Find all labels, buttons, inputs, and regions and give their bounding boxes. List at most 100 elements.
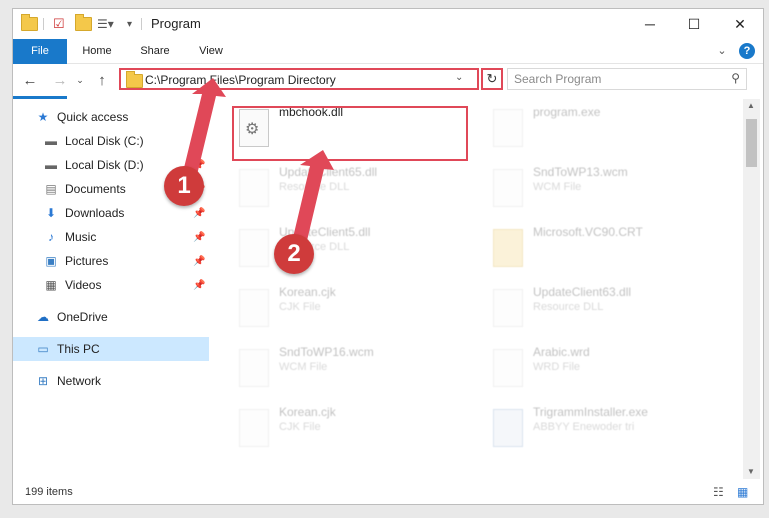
folder-icon[interactable] — [21, 14, 38, 33]
sidebar-item-label: Quick access — [57, 110, 129, 124]
sidebar-item-music[interactable]: ♪ Music 📌 — [13, 225, 237, 249]
disk-icon: ▬ — [45, 158, 57, 172]
file-item[interactable]: UpdateClient65.dll Resource DLL — [231, 163, 471, 223]
new-folder-icon[interactable] — [75, 14, 92, 33]
file-name: Korean.cjk — [279, 285, 336, 299]
status-bar: 199 items ☷ ▦ — [13, 482, 763, 504]
file-name: UpdateClient65.dll — [279, 165, 378, 179]
file-type: Resource DLL — [279, 181, 350, 193]
music-icon: ♪ — [48, 230, 54, 244]
window-title: Program — [151, 16, 201, 31]
sidebar-item-pictures[interactable]: ▣ Pictures 📌 — [13, 249, 237, 273]
sidebar-item-network[interactable]: ⊞ Network — [13, 369, 229, 393]
properties-icon[interactable]: ☑ — [53, 15, 65, 33]
sidebar-item-label: Network — [57, 374, 102, 388]
help-icon[interactable]: ? — [739, 43, 755, 59]
pin-icon: 📌 — [193, 135, 206, 147]
scrollbar-thumb[interactable] — [746, 119, 757, 167]
refresh-button[interactable]: ↻ — [481, 68, 503, 90]
search-input[interactable]: Search Program ⚲ — [507, 68, 747, 90]
file-name: Microsoft.VC90.CRT — [533, 225, 643, 239]
recent-locations-icon[interactable]: ⌄ — [69, 68, 91, 92]
search-icon: ⚲ — [731, 71, 740, 85]
explorer-window: ☑ ☰▾ ▾ Program ─ ☐ ✕ File Home Share Vie… — [12, 8, 764, 505]
file-name: SndToWP13.wcm — [533, 165, 628, 179]
documents-icon: ▤ — [45, 182, 57, 196]
minimize-button[interactable]: ─ — [627, 9, 673, 39]
file-item[interactable]: SndToWP16.wcm WCM File — [231, 343, 471, 403]
file-item[interactable]: UpdateClient5.dll Resource DLL — [231, 223, 471, 283]
pin-icon: 📌 — [193, 207, 206, 219]
file-item[interactable]: SndToWP13.wcm WCM File — [485, 163, 725, 223]
tab-view[interactable]: View — [189, 39, 233, 63]
file-type: WCM File — [279, 361, 328, 373]
details-view-icon[interactable]: ☷ — [713, 485, 724, 499]
sidebar-item-local-disk-d[interactable]: ▬ Local Disk (D:) 📌 — [13, 153, 237, 177]
file-item[interactable]: Korean.cjk CJK File — [231, 403, 471, 463]
qa-dropdown-icon[interactable]: ▾ — [127, 15, 132, 33]
file-highlight-box — [232, 106, 468, 161]
title-bar: ☑ ☰▾ ▾ Program ─ ☐ ✕ — [13, 9, 763, 39]
file-name: UpdateClient63.dll — [533, 285, 632, 299]
step-badge-1: 1 — [164, 166, 204, 206]
tab-share[interactable]: Share — [131, 39, 179, 63]
file-name: Arabic.wrd — [533, 345, 590, 359]
file-icon — [493, 169, 523, 207]
tab-home[interactable]: Home — [73, 39, 121, 63]
up-button[interactable]: ↑ — [91, 68, 113, 92]
star-icon: ★ — [37, 110, 49, 124]
sidebar-item-onedrive[interactable]: ☁ OneDrive — [13, 305, 229, 329]
sidebar-item-quick-access[interactable]: ★ Quick access — [13, 105, 229, 129]
file-name: SndToWP16.wcm — [279, 345, 374, 359]
sidebar-item-label: Pictures — [65, 254, 109, 268]
navigation-pane: ★ Quick access ▬ Local Disk (C:) 📌 ▬ Loc… — [13, 99, 229, 479]
sidebar-item-downloads[interactable]: ⬇ Downloads 📌 — [13, 201, 237, 225]
file-name: program.exe — [533, 105, 601, 119]
address-path: C:\Program Files\Program Directory — [145, 73, 336, 87]
sidebar-item-videos[interactable]: ▦ Videos 📌 — [13, 273, 237, 297]
file-type: CJK File — [279, 421, 321, 433]
videos-icon: ▦ — [45, 278, 57, 292]
cloud-icon: ☁ — [37, 310, 49, 324]
back-button[interactable]: ← — [19, 68, 41, 92]
file-item[interactable]: program.exe — [485, 103, 725, 163]
file-item[interactable]: Microsoft.VC90.CRT — [485, 223, 725, 283]
file-name: TrigrammInstaller.exe — [533, 405, 648, 419]
customize-icon[interactable]: ☰▾ — [97, 15, 114, 33]
large-icons-view-icon[interactable]: ▦ — [737, 485, 748, 499]
file-item[interactable]: Arabic.wrd WRD File — [485, 343, 725, 403]
vertical-scrollbar[interactable]: ▲ ▼ — [743, 99, 760, 479]
sidebar-item-label: Local Disk (D:) — [65, 158, 144, 172]
file-type: ABBYY Enewoder tri — [533, 421, 635, 433]
navigation-bar: ← → ⌄ ↑ C:\Program Files\Program Directo… — [13, 64, 763, 96]
file-icon — [239, 289, 269, 327]
scroll-down-icon[interactable]: ▼ — [747, 467, 755, 476]
forward-button[interactable]: → — [49, 68, 71, 92]
dll-file-icon — [239, 229, 269, 267]
dll-file-icon — [493, 289, 523, 327]
chevron-down-icon[interactable]: ⌄ — [455, 72, 463, 83]
search-placeholder: Search Program — [514, 72, 602, 86]
dll-file-icon — [239, 169, 269, 207]
file-icon — [493, 349, 523, 387]
network-icon: ⊞ — [37, 374, 49, 388]
sidebar-item-local-disk-c[interactable]: ▬ Local Disk (C:) 📌 — [13, 129, 237, 153]
sidebar-item-this-pc[interactable]: ▭ This PC — [13, 337, 229, 361]
item-count: 199 items — [25, 486, 73, 498]
file-item[interactable]: Korean.cjk CJK File — [231, 283, 471, 343]
sidebar-item-label: OneDrive — [57, 310, 108, 324]
step-badge-2: 2 — [274, 234, 314, 274]
close-button[interactable]: ✕ — [717, 9, 763, 39]
maximize-button[interactable]: ☐ — [671, 9, 717, 39]
file-type: Resource DLL — [533, 301, 604, 313]
address-bar[interactable]: C:\Program Files\Program Directory ⌄ — [119, 68, 479, 90]
expand-ribbon-icon[interactable]: ⌄ — [713, 39, 731, 63]
pin-icon: 📌 — [193, 255, 206, 267]
sidebar-item-label: Music — [65, 230, 97, 244]
file-item[interactable]: UpdateClient63.dll Resource DLL — [485, 283, 725, 343]
separator — [141, 18, 142, 30]
scroll-up-icon[interactable]: ▲ — [747, 101, 755, 110]
sidebar-item-label: Downloads — [65, 206, 125, 220]
pictures-icon: ▣ — [45, 254, 57, 268]
file-item[interactable]: TrigrammInstaller.exe ABBYY Enewoder tri — [485, 403, 725, 463]
